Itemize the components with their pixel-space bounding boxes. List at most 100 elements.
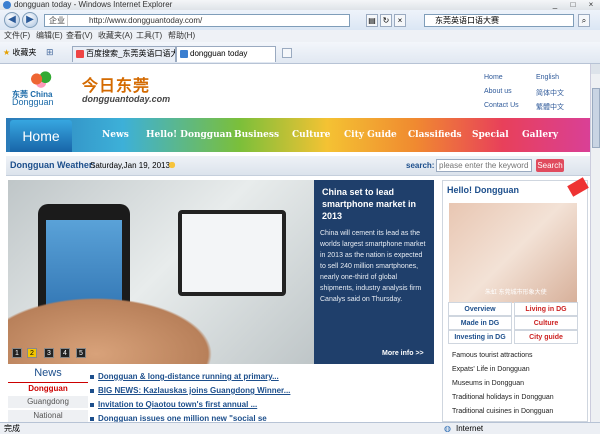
nav-news[interactable]: News xyxy=(102,130,129,140)
site-logo[interactable]: 东莞 China Dongguan xyxy=(10,70,70,112)
vertical-scrollbar[interactable] xyxy=(590,64,600,422)
bullet-icon xyxy=(90,403,94,407)
logo-text-en: Dongguan xyxy=(12,97,54,107)
headline-link[interactable]: Invitation to Qiaotou town's first annua… xyxy=(98,400,257,409)
quick-tabs-icon[interactable]: ⊞ xyxy=(46,47,54,58)
search-input[interactable]: 东莞英语口语大赛 xyxy=(424,14,574,27)
guide-link[interactable]: Traditional holidays in Dongguan xyxy=(452,394,554,401)
nav-gallery[interactable]: Gallery xyxy=(522,130,558,140)
link-culture[interactable]: Culture xyxy=(514,316,578,330)
bullet-icon xyxy=(90,417,94,421)
guide-link[interactable]: Museums in Dongguan xyxy=(452,380,524,387)
nav-business[interactable]: Business xyxy=(234,130,279,140)
ie-icon xyxy=(3,1,11,9)
link-traditional[interactable]: 繁體中文 xyxy=(536,102,564,112)
address-toolbar: ◀ ▶ 企业 http://www.dongguantoday.com/ ▤ ↻… xyxy=(0,10,600,30)
weather-search-bar: Dongguan Weather: Saturday,Jan 19, 2013 … xyxy=(6,156,590,176)
globe-icon: ◍ xyxy=(444,424,451,433)
nav-hello-dongguan[interactable]: Hello! Dongguan xyxy=(146,130,232,140)
site-brand-url: dongguantoday.com xyxy=(82,94,171,104)
site-search-input[interactable] xyxy=(436,159,532,172)
link-contact[interactable]: Contact Us xyxy=(484,102,519,109)
scroll-up-icon[interactable] xyxy=(591,64,600,74)
photo-caption: 朱虹 东莞城市形象大使 xyxy=(485,290,547,296)
address-input[interactable]: http://www.dongguantoday.com/ xyxy=(89,15,202,26)
tab-label: 百度搜索_东莞英语口语大赛 xyxy=(86,49,175,58)
minimize-button[interactable]: _ xyxy=(546,0,564,10)
nav-home[interactable]: Home xyxy=(10,120,72,152)
menu-bar: 文件(F) 编辑(E) 查看(V) 收藏夹(A) 工具(T) 帮助(H) xyxy=(0,30,600,42)
link-city-guide[interactable]: City guide xyxy=(514,330,578,344)
compat-view-icon[interactable]: ▤ xyxy=(366,14,378,27)
link-about[interactable]: About us xyxy=(484,88,512,95)
guide-link[interactable]: Expats' Life in Dongguan xyxy=(452,366,530,373)
back-button[interactable]: ◀ xyxy=(4,12,20,28)
forward-button[interactable]: ▶ xyxy=(22,12,38,28)
refresh-icon[interactable]: ↻ xyxy=(380,14,392,27)
headline-link[interactable]: Dongguan & long-distance running at prim… xyxy=(98,372,279,381)
slider-hand-image xyxy=(8,290,228,364)
weather-sunny-icon xyxy=(166,160,178,170)
headline-link[interactable]: Dongguan issues one million new "social … xyxy=(98,414,267,422)
site-search-button[interactable]: Search xyxy=(536,159,564,172)
tab-baidu[interactable]: 百度搜索_东莞英语口语大赛 xyxy=(72,46,176,62)
link-simplified[interactable]: 简体中文 xyxy=(536,88,564,98)
link-living-in-dg[interactable]: Living in DG xyxy=(514,302,578,316)
link-english[interactable]: English xyxy=(536,74,559,81)
slider-tablet-image xyxy=(178,210,286,296)
menu-favorites[interactable]: 收藏夹(A) xyxy=(98,30,133,42)
more-info-link[interactable]: More info >> xyxy=(382,350,424,357)
nav-classifieds[interactable]: Classifieds xyxy=(408,130,462,140)
site-brand: 今日东莞 xyxy=(82,76,151,95)
news-tab-national[interactable]: National xyxy=(8,410,88,422)
news-box-title: News xyxy=(34,367,62,379)
zone-label: 企业 xyxy=(47,15,68,26)
search-go-icon[interactable]: ⌕ xyxy=(578,14,590,27)
slider-page-4[interactable]: 4 xyxy=(60,348,70,358)
favorites-label: 收藏夹 xyxy=(12,48,37,57)
link-home[interactable]: Home xyxy=(484,74,503,81)
slider-body: China will cement its lead as the worlds… xyxy=(320,230,426,303)
slider-page-3[interactable]: 3 xyxy=(44,348,54,358)
tab-dongguan-today[interactable]: dongguan today xyxy=(176,46,276,62)
bullet-icon xyxy=(90,375,94,379)
slider-page-5[interactable]: 5 xyxy=(76,348,86,358)
stop-icon[interactable]: × xyxy=(394,14,406,27)
scroll-thumb[interactable] xyxy=(592,88,600,148)
menu-file[interactable]: 文件(F) xyxy=(4,30,30,42)
panel-title: Hello! Dongguan xyxy=(447,185,519,195)
nav-special[interactable]: Special xyxy=(472,130,509,140)
page-favicon-icon xyxy=(180,50,188,58)
main-nav: Home News Hello! Dongguan Business Cultu… xyxy=(6,118,590,152)
link-investing-in-dg[interactable]: Investing in DG xyxy=(448,330,512,344)
close-window-button[interactable]: × xyxy=(582,0,600,10)
nav-culture[interactable]: Culture xyxy=(292,130,330,140)
baidu-favicon-icon xyxy=(76,50,84,58)
bullet-icon xyxy=(90,389,94,393)
favorites-button[interactable]: ★ 收藏夹 xyxy=(3,47,36,58)
menu-edit[interactable]: 编辑(E) xyxy=(36,30,63,42)
headline-link[interactable]: BIG NEWS: Kazlauskas joins Guangdong Win… xyxy=(98,386,290,395)
slider-page-2[interactable]: 2 xyxy=(27,348,37,358)
window-titlebar: dongguan today - Windows Internet Explor… xyxy=(0,0,600,10)
slider-headline[interactable]: China set to lead smartphone market in 2… xyxy=(322,186,428,222)
search-text: 东莞英语口语大赛 xyxy=(435,16,499,25)
guide-link[interactable]: Famous tourist attractions xyxy=(452,352,533,359)
slider-page-1[interactable]: 1 xyxy=(12,348,22,358)
news-slider[interactable]: China set to lead smartphone market in 2… xyxy=(8,180,434,364)
news-tab-dongguan[interactable]: Dongguan xyxy=(8,382,88,395)
site-search-label: search: xyxy=(406,161,435,170)
address-bar[interactable]: 企业 http://www.dongguantoday.com/ xyxy=(44,14,350,27)
menu-tools[interactable]: 工具(T) xyxy=(136,30,162,42)
maximize-button[interactable]: □ xyxy=(564,0,582,10)
ambassador-photo[interactable]: 朱虹 东莞城市形象大使 xyxy=(449,203,577,303)
news-tab-guangdong[interactable]: Guangdong xyxy=(8,396,88,408)
nav-city-guide[interactable]: City Guide xyxy=(344,130,397,140)
guide-link[interactable]: Traditional cuisines in Dongguan xyxy=(452,408,553,415)
menu-help[interactable]: 帮助(H) xyxy=(168,30,195,42)
link-made-in-dg[interactable]: Made in DG xyxy=(448,316,512,330)
menu-view[interactable]: 查看(V) xyxy=(66,30,93,42)
weather-label: Dongguan Weather: xyxy=(10,160,96,170)
link-overview[interactable]: Overview xyxy=(448,302,512,316)
new-tab-button[interactable] xyxy=(282,48,292,58)
